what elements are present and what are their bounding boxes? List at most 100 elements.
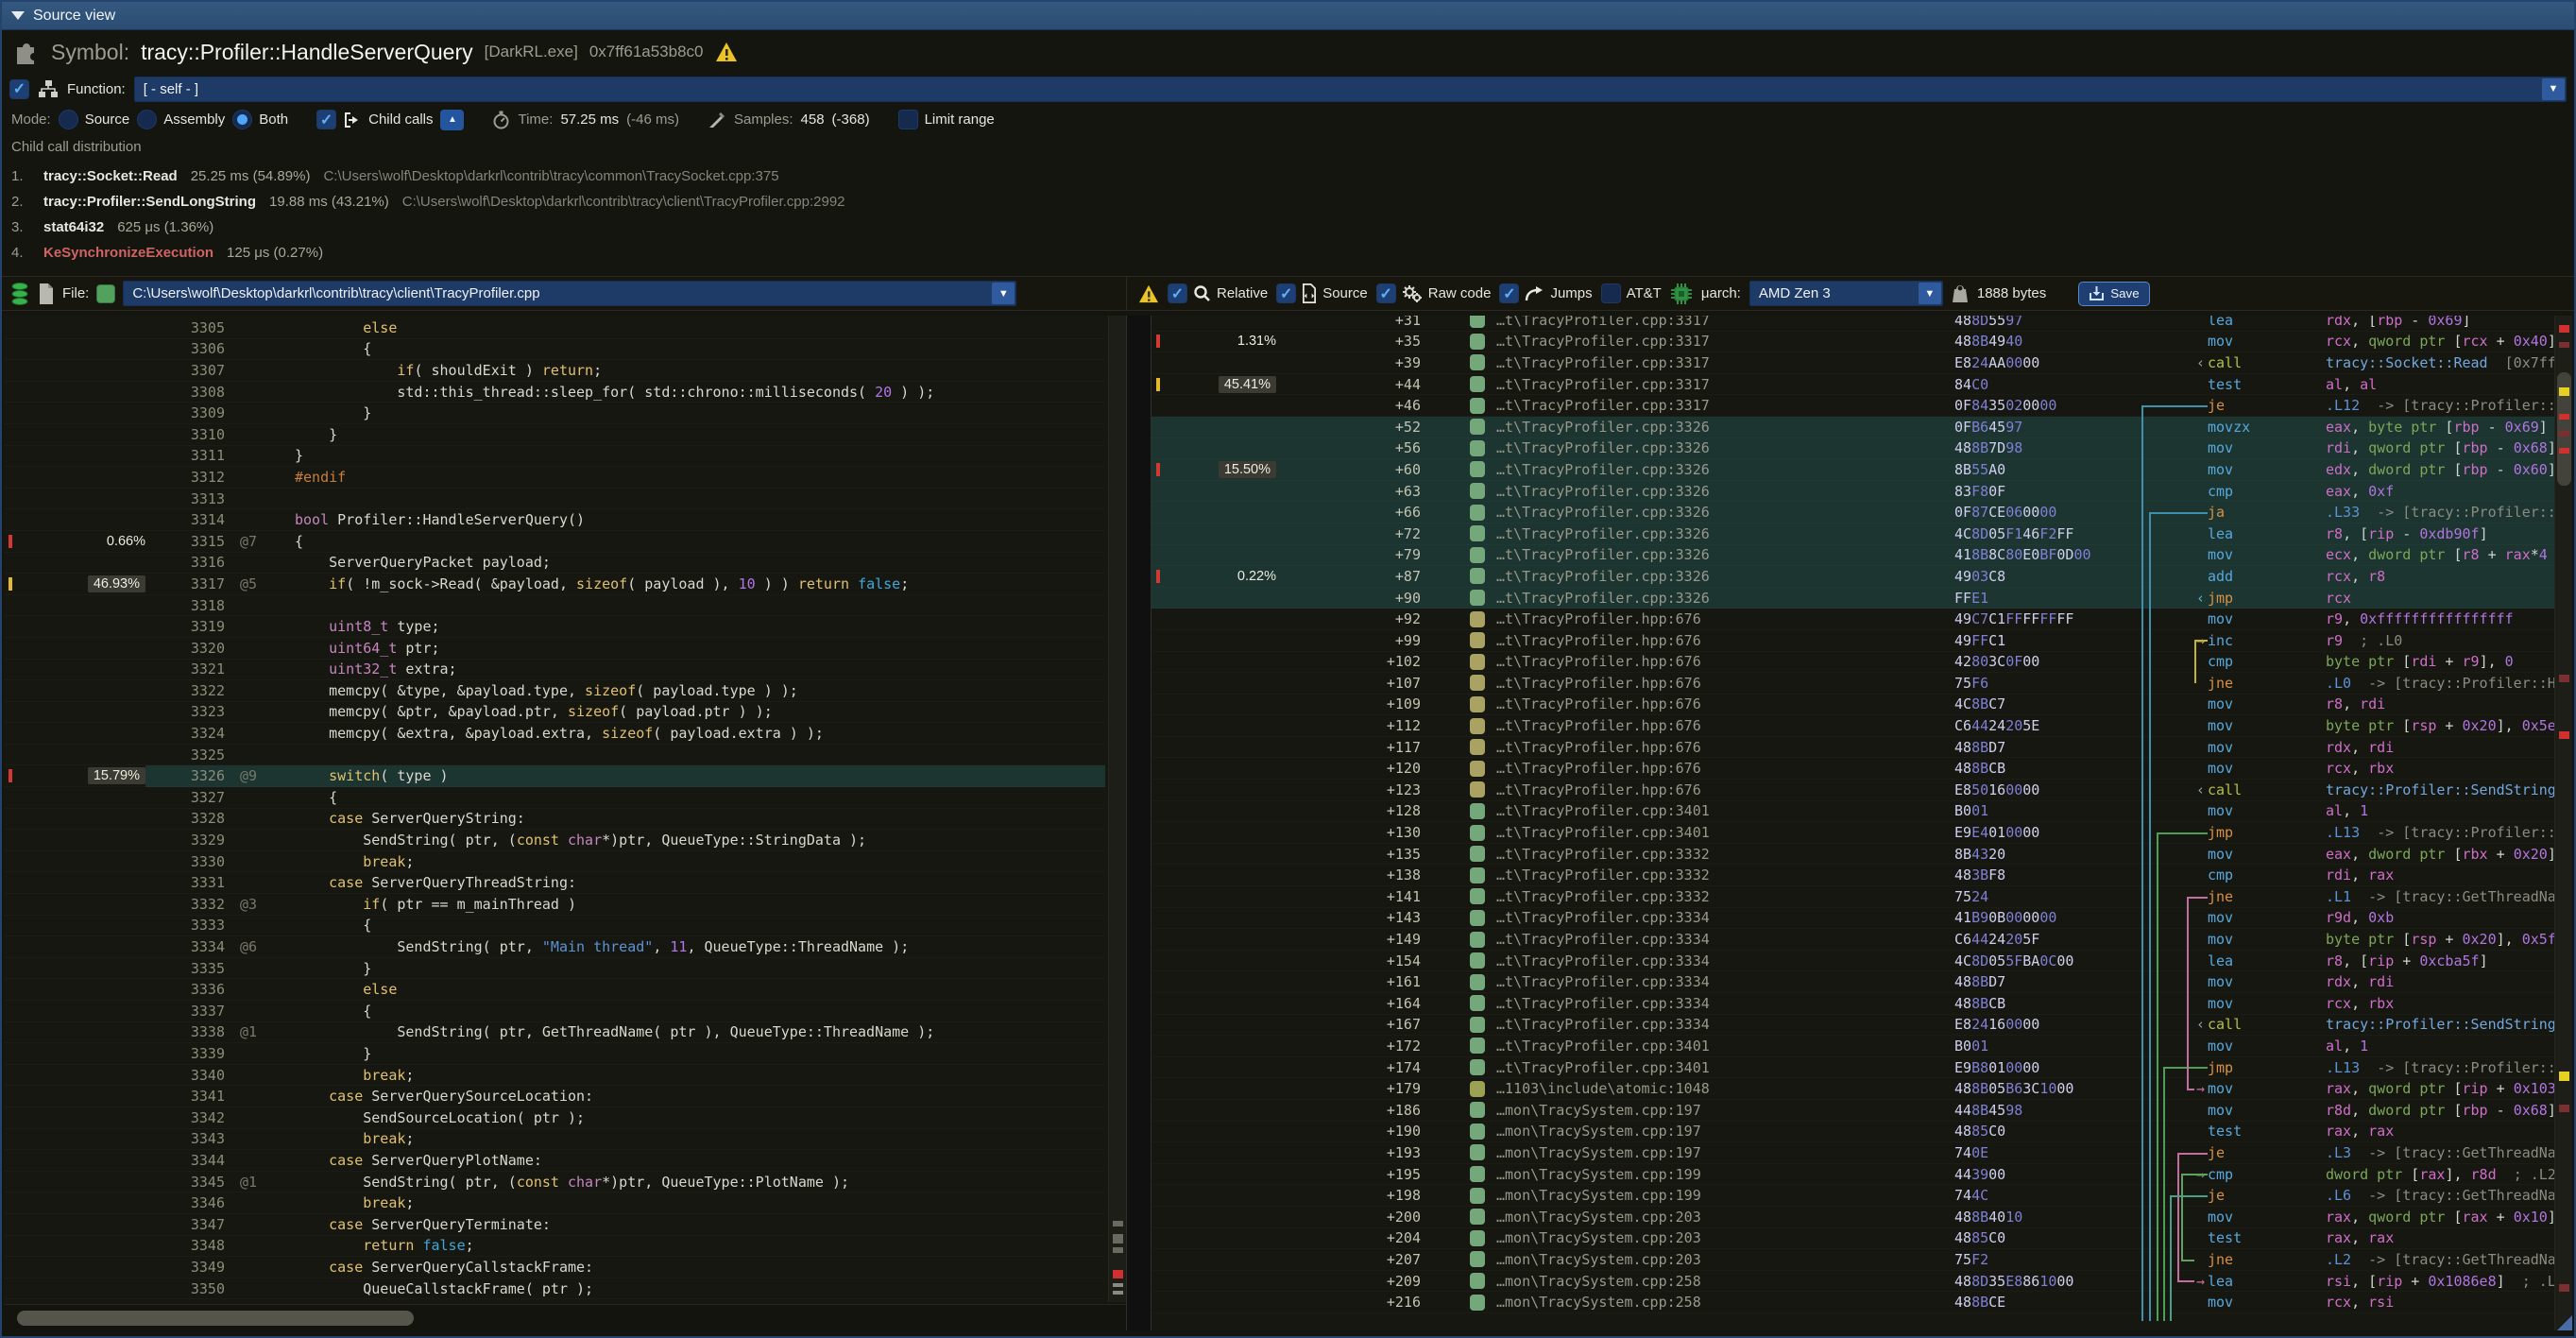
asm-row[interactable]: +72 …t\TracyProfiler.cpp:3326 4C8D05F146… <box>1152 523 2572 545</box>
asm-row[interactable]: +179 …1103\include\atomic:1048 488B05B63… <box>1152 1078 2572 1100</box>
asm-row[interactable]: +198 …mon\TracySystem.cpp:199 744C je .L… <box>1152 1185 2572 1207</box>
asm-location[interactable]: …t\TracyProfiler.cpp:3334 <box>1496 973 1902 990</box>
asm-location[interactable]: …t\TracyProfiler.cpp:3326 <box>1496 483 1902 500</box>
asm-location[interactable]: …t\TracyProfiler.cpp:3332 <box>1496 866 1902 883</box>
source-line[interactable]: 3334 @6 SendString( ptr, "Main thread", … <box>4 936 1105 958</box>
asm-row[interactable]: +120 …t\TracyProfiler.hpp:676 488BCB mov… <box>1152 758 2572 780</box>
asm-location[interactable]: …1103\include\atomic:1048 <box>1496 1080 1902 1097</box>
asm-location[interactable]: …t\TracyProfiler.cpp:3334 <box>1496 952 1902 969</box>
source-line[interactable]: 3322 memcpy( &type, &payload.type, sizeo… <box>4 680 1105 702</box>
source-line[interactable]: 3313 <box>4 489 1105 510</box>
radio-source-circle[interactable] <box>59 110 78 129</box>
asm-row[interactable]: +138 …t\TracyProfiler.cpp:3332 483BF8 cm… <box>1152 865 2572 886</box>
child-calls-expand-button[interactable]: ▲ <box>440 110 464 130</box>
source-line[interactable]: 3349 case ServerQueryCallstackFrame: <box>4 1257 1105 1278</box>
source-line[interactable]: 3347 case ServerQueryTerminate: <box>4 1214 1105 1236</box>
asm-location[interactable]: …t\TracyProfiler.cpp:3326 <box>1496 461 1902 478</box>
radio-source[interactable]: Source <box>59 110 130 129</box>
source-toggle[interactable]: Source <box>1276 283 1368 303</box>
asm-row[interactable]: +130 …t\TracyProfiler.cpp:3401 E9E401000… <box>1152 822 2572 844</box>
source-checkbox[interactable] <box>1276 283 1296 303</box>
relative-toggle[interactable]: Relative <box>1168 283 1268 303</box>
asm-location[interactable]: …t\TracyProfiler.hpp:676 <box>1496 717 1902 734</box>
asm-location[interactable]: …t\TracyProfiler.cpp:3326 <box>1496 419 1902 436</box>
source-line[interactable]: 3307 if( shouldExit ) return; <box>4 360 1105 382</box>
child-call-entry[interactable]: 3. stat64i32 625 μs (1.36%) <box>11 214 2565 240</box>
asm-location[interactable]: …t\TracyProfiler.cpp:3326 <box>1496 525 1902 542</box>
asm-row[interactable]: +99 …t\TracyProfiler.hpp:676 49FFC1 → in… <box>1152 630 2572 652</box>
source-line[interactable]: 3310 } <box>4 424 1105 446</box>
asm-row[interactable]: 15.50% +60 …t\TracyProfiler.cpp:3326 8B5… <box>1152 459 2572 481</box>
asm-location[interactable]: …mon\TracySystem.cpp:258 <box>1496 1273 1902 1290</box>
source-line[interactable]: 3305 else <box>4 317 1105 339</box>
source-line[interactable]: 3311 } <box>4 446 1105 468</box>
asm-location[interactable]: …t\TracyProfiler.hpp:676 <box>1496 739 1902 756</box>
source-line[interactable]: 3332 @3 if( ptr == m_mainThread ) <box>4 894 1105 916</box>
source-line[interactable]: 3318 <box>4 595 1105 617</box>
asm-row[interactable]: +195 …mon\TracySystem.cpp:199 443900 → c… <box>1152 1164 2572 1186</box>
asm-row[interactable]: +209 …mon\TracySystem.cpp:258 488D35E886… <box>1152 1271 2572 1293</box>
asm-row[interactable]: +143 …t\TracyProfiler.cpp:3334 41B90B000… <box>1152 908 2572 930</box>
source-hscroll-thumb[interactable] <box>17 1311 414 1326</box>
asm-location[interactable]: …mon\TracySystem.cpp:203 <box>1496 1209 1902 1226</box>
source-line[interactable]: 3329 SendString( ptr, (const char*)ptr, … <box>4 830 1105 851</box>
source-line[interactable]: 3331 case ServerQueryThreadString: <box>4 872 1105 894</box>
radio-assembly[interactable]: Assembly <box>137 110 225 129</box>
limit-range-toggle[interactable]: Limit range <box>898 110 995 129</box>
uarch-combo[interactable]: AMD Zen 3 ▼ <box>1749 281 1943 306</box>
asm-row[interactable]: +92 …t\TracyProfiler.hpp:676 49C7C1FFFFF… <box>1152 609 2572 630</box>
radio-both-circle[interactable] <box>232 110 252 129</box>
function-combo[interactable]: [ - self - ] ▼ <box>134 77 2567 102</box>
asm-row[interactable]: +161 …t\TracyProfiler.cpp:3334 488BD7 mo… <box>1152 971 2572 993</box>
source-line[interactable]: 3333 { <box>4 916 1105 937</box>
asm-location[interactable]: …t\TracyProfiler.cpp:3326 <box>1496 439 1902 456</box>
source-line[interactable]: 3328 case ServerQueryString: <box>4 809 1105 831</box>
pane-divider[interactable] <box>1126 316 1152 1330</box>
asm-location[interactable]: …mon\TracySystem.cpp:197 <box>1496 1102 1902 1119</box>
source-line[interactable]: 3323 memcpy( &ptr, &payload.ptr, sizeof(… <box>4 702 1105 724</box>
source-line[interactable]: 3325 <box>4 745 1105 766</box>
asm-row[interactable]: +207 …mon\TracySystem.cpp:203 75F2 jne .… <box>1152 1249 2572 1271</box>
source-line[interactable]: 3350 QueueCallstackFrame( ptr ); <box>4 1278 1105 1300</box>
asm-location[interactable]: …t\TracyProfiler.cpp:3317 <box>1496 376 1902 393</box>
source-line[interactable]: 3342 SendSourceLocation( ptr ); <box>4 1107 1105 1129</box>
asm-location[interactable]: …t\TracyProfiler.cpp:3317 <box>1496 316 1902 329</box>
asm-location[interactable]: …t\TracyProfiler.cpp:3332 <box>1496 888 1902 905</box>
asm-location[interactable]: …t\TracyProfiler.cpp:3401 <box>1496 1038 1902 1055</box>
asm-row[interactable]: 45.41% +44 …t\TracyProfiler.cpp:3317 84C… <box>1152 374 2572 396</box>
asm-row[interactable]: +102 …t\TracyProfiler.hpp:676 42803C0F00… <box>1152 652 2572 674</box>
chevron-down-icon[interactable]: ▼ <box>992 283 1015 304</box>
asm-location[interactable]: …t\TracyProfiler.cpp:3317 <box>1496 397 1902 414</box>
jumps-checkbox[interactable] <box>1499 283 1519 303</box>
asm-row[interactable]: +204 …mon\TracySystem.cpp:203 4885C0 tes… <box>1152 1228 2572 1250</box>
source-line[interactable]: 3308 std::this_thread::sleep_for( std::c… <box>4 382 1105 403</box>
asm-row[interactable]: +90 …t\TracyProfiler.cpp:3326 FFE1 ‹ jmp… <box>1152 588 2572 609</box>
resize-grip[interactable] <box>2557 1315 2572 1330</box>
file-combo[interactable]: C:\Users\wolf\Desktop\darkrl\contrib\tra… <box>123 281 1016 306</box>
source-line[interactable]: 3340 break; <box>4 1065 1105 1087</box>
asm-location[interactable]: …t\TracyProfiler.cpp:3401 <box>1496 802 1902 819</box>
asm-row[interactable]: +186 …mon\TracySystem.cpp:197 448B4598 m… <box>1152 1100 2572 1122</box>
child-call-entry[interactable]: 2. tracy::Profiler::SendLongString 19.88… <box>11 189 2565 214</box>
source-line[interactable]: 3320 uint64_t ptr; <box>4 638 1105 660</box>
source-line[interactable]: 3338 @1 SendString( ptr, GetThreadName( … <box>4 1022 1105 1044</box>
asm-row[interactable]: 1.31% +35 …t\TracyProfiler.cpp:3317 488B… <box>1152 332 2572 353</box>
source-line[interactable]: 15.79% 3326 @9 switch( type ) <box>4 765 1105 787</box>
source-line[interactable]: 3316 ServerQueryPacket payload; <box>4 553 1105 575</box>
source-line[interactable]: 3346 break; <box>4 1192 1105 1214</box>
source-line[interactable]: 3341 case ServerQuerySourceLocation: <box>4 1086 1105 1107</box>
asm-row[interactable]: +79 …t\TracyProfiler.cpp:3326 418B8C80E0… <box>1152 545 2572 567</box>
asm-location[interactable]: …mon\TracySystem.cpp:258 <box>1496 1294 1902 1311</box>
asm-location[interactable]: …t\TracyProfiler.cpp:3326 <box>1496 504 1902 521</box>
raw-code-checkbox[interactable] <box>1376 283 1396 303</box>
radio-both[interactable]: Both <box>232 110 288 129</box>
asm-location[interactable]: …t\TracyProfiler.hpp:676 <box>1496 653 1902 670</box>
asm-location[interactable]: …t\TracyProfiler.cpp:3326 <box>1496 568 1902 585</box>
asm-location[interactable]: …t\TracyProfiler.cpp:3317 <box>1496 354 1902 371</box>
source-vertical-scrollbar[interactable] <box>1108 316 1126 1302</box>
chevron-down-icon[interactable]: ▼ <box>2542 78 2565 100</box>
asm-row[interactable]: +172 …t\TracyProfiler.cpp:3401 B001 mov … <box>1152 1036 2572 1057</box>
asm-location[interactable]: …t\TracyProfiler.cpp:3334 <box>1496 995 1902 1012</box>
asm-location[interactable]: …t\TracyProfiler.hpp:676 <box>1496 695 1902 712</box>
asm-row[interactable]: +63 …t\TracyProfiler.cpp:3326 83F80F cmp… <box>1152 481 2572 503</box>
